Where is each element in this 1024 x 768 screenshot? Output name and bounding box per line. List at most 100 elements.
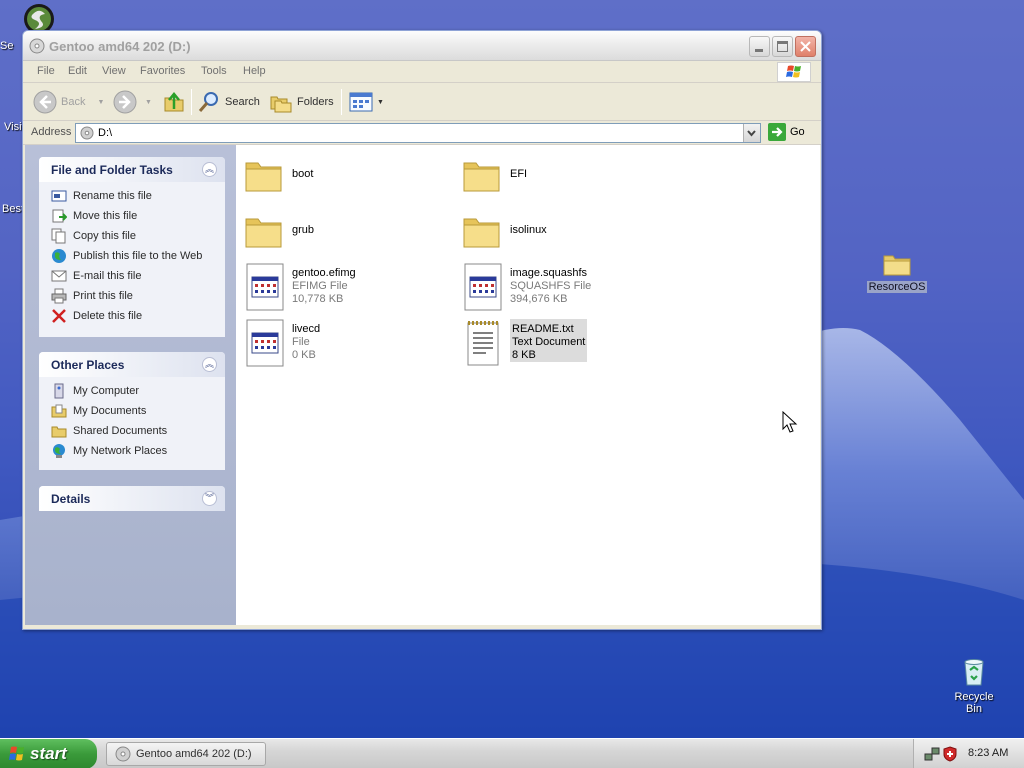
start-button[interactable]: start: [0, 739, 97, 768]
file-item-image-squashfs[interactable]: image.squashfs SQUASHFS File 394,676 KB: [464, 263, 591, 311]
menu-file[interactable]: File: [35, 65, 57, 77]
copy-icon: [51, 228, 66, 244]
close-button[interactable]: [795, 36, 816, 57]
address-label: Address: [31, 126, 72, 138]
place-shared-documents[interactable]: Shared Documents: [51, 421, 225, 441]
collapse-icon[interactable]: ︽: [202, 357, 217, 372]
address-value: D:\: [98, 127, 113, 139]
go-button[interactable]: Go: [768, 123, 805, 141]
menu-tools[interactable]: Tools: [199, 65, 229, 77]
task-delete[interactable]: Delete this file: [51, 306, 225, 326]
views-icon: [349, 92, 373, 112]
file-item-livecd[interactable]: livecd File 0 KB: [246, 319, 320, 367]
task-print[interactable]: Print this file: [51, 286, 225, 306]
minimize-button[interactable]: [749, 36, 770, 57]
up-folder-button[interactable]: [162, 90, 186, 114]
expand-icon[interactable]: ︾: [202, 491, 217, 506]
folder-icon: [463, 162, 500, 192]
move-icon: [52, 209, 67, 223]
title-bar[interactable]: Gentoo amd64 202 (D:): [23, 31, 821, 61]
globe-icon: [52, 249, 66, 263]
other-places-panel: Other Places ︽ My Computer My Documents …: [39, 352, 225, 470]
forward-button[interactable]: ▼: [113, 90, 152, 114]
forward-dropdown-icon[interactable]: ▼: [145, 99, 152, 106]
folders-label: Folders: [297, 96, 334, 108]
maximize-button[interactable]: [772, 36, 793, 57]
place-my-documents[interactable]: My Documents: [51, 401, 225, 421]
folders-icon: [270, 96, 292, 113]
address-input[interactable]: D:\: [75, 123, 761, 143]
back-arrow-icon: [33, 90, 57, 114]
menu-help[interactable]: Help: [241, 65, 268, 77]
mouse-cursor-icon: [782, 411, 798, 433]
recycle-bin-icon: [964, 659, 984, 686]
details-header[interactable]: Details ︾: [39, 486, 225, 511]
folder-icon: [463, 218, 500, 248]
file-item-boot[interactable]: boot: [244, 155, 313, 195]
desktop-partial-label-3: Best: [2, 203, 25, 215]
go-label: Go: [790, 126, 805, 138]
network-icon: [53, 444, 65, 458]
toolbar: Back ▼ ▼ Search Folders ▼: [23, 83, 821, 121]
file-item-readme-txt[interactable]: README.txt Text Document 8 KB: [464, 319, 588, 367]
folder-icon: [883, 255, 911, 276]
address-dropdown-button[interactable]: [743, 124, 760, 142]
recycle-bin-label: Recycle Bin: [954, 691, 994, 715]
desktop-recycle-bin[interactable]: Recycle Bin: [944, 656, 1004, 715]
back-button[interactable]: Back ▼: [33, 90, 104, 114]
views-dropdown-icon[interactable]: ▼: [377, 99, 384, 106]
window-title: Gentoo amd64 202 (D:): [49, 39, 191, 54]
desktop-folder-label: ResorceOS: [866, 281, 928, 293]
file-item-isolinux[interactable]: isolinux: [462, 211, 547, 251]
other-places-header[interactable]: Other Places ︽: [39, 352, 225, 377]
windows-logo: [777, 62, 811, 82]
generic-file-icon: [246, 263, 284, 311]
back-label: Back: [61, 96, 86, 108]
desktop-partial-label-1: Se: [0, 40, 14, 52]
address-bar: Address D:\ Go: [23, 121, 821, 145]
place-my-computer[interactable]: My Computer: [51, 381, 225, 401]
generic-file-icon: [246, 319, 284, 367]
task-rename[interactable]: Rename this file: [51, 186, 225, 206]
up-folder-icon: [164, 92, 184, 112]
taskbar-window-button[interactable]: Gentoo amd64 202 (D:): [106, 742, 266, 766]
search-icon: [198, 92, 218, 112]
clock: 8:23 AM: [968, 747, 1009, 759]
desktop-partial-label-2: Visit: [4, 121, 25, 133]
explorer-window: Gentoo amd64 202 (D:) File Edit View Fav…: [22, 30, 822, 630]
menu-view[interactable]: View: [100, 65, 128, 77]
menu-edit[interactable]: Edit: [66, 65, 89, 77]
panel-title: File and Folder Tasks: [51, 163, 173, 177]
folders-button[interactable]: Folders: [269, 90, 334, 114]
windows-flag-icon: [9, 746, 24, 761]
menu-favorites[interactable]: Favorites: [138, 65, 187, 77]
rename-icon: [51, 190, 67, 202]
start-label: start: [30, 744, 67, 763]
search-label: Search: [225, 96, 260, 108]
desktop-folder-resorceos[interactable]: ResorceOS: [866, 250, 928, 293]
views-button[interactable]: ▼: [349, 90, 384, 114]
security-shield-icon[interactable]: [942, 746, 958, 762]
file-item-gentoo-efimg[interactable]: gentoo.efimg EFIMG File 10,778 KB: [246, 263, 356, 311]
task-email[interactable]: E-mail this file: [51, 266, 225, 286]
generic-file-icon: [464, 263, 502, 311]
system-tray: 8:23 AM: [913, 739, 1024, 768]
file-folder-tasks-header[interactable]: File and Folder Tasks ︽: [39, 157, 225, 182]
back-dropdown-icon[interactable]: ▼: [97, 99, 104, 106]
task-pane: File and Folder Tasks ︽ Rename this file…: [25, 145, 236, 625]
place-my-network-places[interactable]: My Network Places: [51, 441, 225, 461]
file-item-grub[interactable]: grub: [244, 211, 314, 251]
search-button[interactable]: Search: [197, 90, 260, 114]
shared-folder-icon: [51, 426, 67, 438]
collapse-icon[interactable]: ︽: [202, 162, 217, 177]
documents-folder-icon: [51, 404, 67, 418]
task-publish[interactable]: Publish this file to the Web: [51, 246, 225, 266]
menu-bar: File Edit View Favorites Tools Help: [23, 61, 821, 83]
delete-x-icon: [52, 309, 66, 323]
file-item-efi[interactable]: EFI: [462, 155, 527, 195]
task-move[interactable]: Move this file: [51, 206, 225, 226]
network-tray-icon[interactable]: [924, 746, 940, 762]
email-icon: [51, 270, 67, 282]
task-copy[interactable]: Copy this file: [51, 226, 225, 246]
go-arrow-icon: [768, 123, 786, 141]
